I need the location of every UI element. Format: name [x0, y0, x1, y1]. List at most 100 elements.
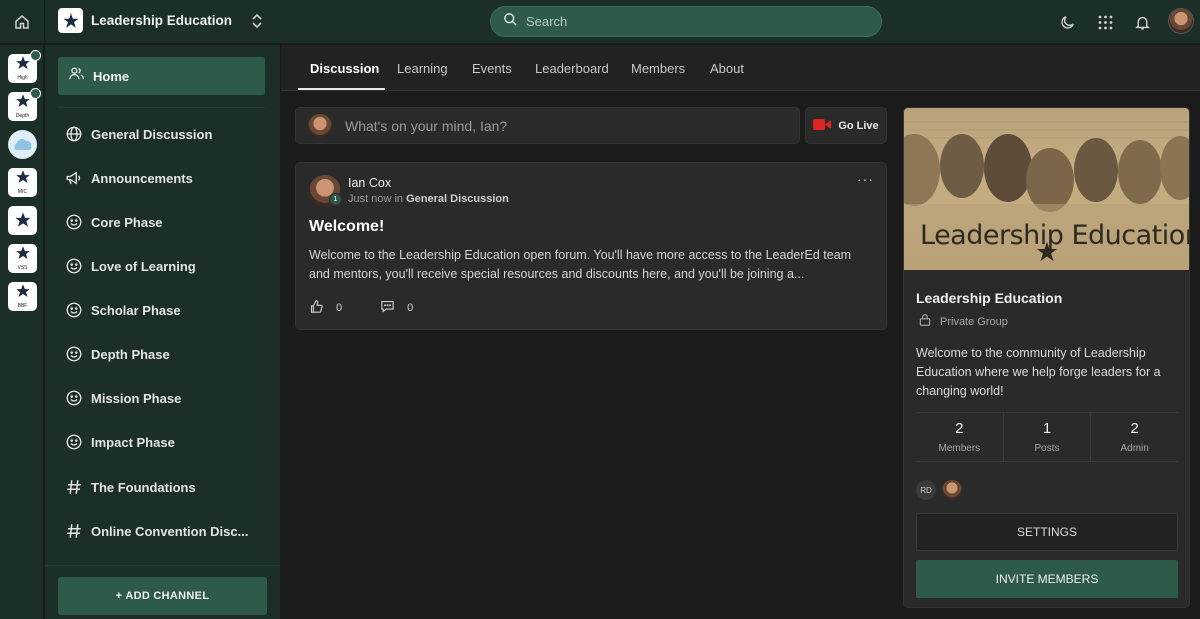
active-tab-indicator [298, 88, 385, 90]
add-channel-button[interactable]: + ADD CHANNEL [58, 577, 267, 615]
post-time: Just now [348, 193, 392, 205]
cloud-logo-icon [13, 138, 31, 150]
like-count: 0 [336, 302, 343, 314]
smile-icon [65, 389, 83, 407]
rail-community-mic[interactable]: MIC [8, 168, 37, 197]
sidebar-item-label: Core Phase [91, 214, 163, 230]
stat-admin[interactable]: 2 Admin [1091, 413, 1178, 461]
rail-badge [30, 50, 41, 61]
megaphone-icon [65, 169, 83, 187]
comment-count: 0 [407, 302, 414, 314]
like-button[interactable]: 0 [309, 299, 342, 317]
sidebar-item-label: The Foundations [91, 479, 196, 495]
sidebar-item-label: Announcements [91, 170, 193, 186]
rail-community-high[interactable]: High [8, 50, 41, 83]
sidebar-item-love-of-learning[interactable]: Love of Learning [65, 254, 265, 278]
stat-members[interactable]: 2 Members [916, 413, 1004, 461]
bell-icon[interactable] [1131, 11, 1153, 33]
sidebar-item-label: Impact Phase [91, 434, 175, 450]
user-avatar[interactable] [1168, 8, 1194, 34]
rail-community-star[interactable] [8, 206, 37, 235]
post-actions: 0 0 [309, 299, 413, 317]
stat-posts[interactable]: 1 Posts [1004, 413, 1092, 461]
stat-label: Members [938, 443, 981, 454]
rail-community-bbf[interactable]: BBF [8, 282, 37, 311]
post-meta: Just now in General Discussion [348, 193, 509, 205]
smile-icon [65, 345, 83, 363]
sidebar-item-label: Depth Phase [91, 346, 170, 362]
community-logo-icon [58, 8, 83, 33]
stat-value: 1 [1042, 420, 1052, 437]
sidebar-item-home[interactable]: Home [58, 57, 265, 95]
tab-events[interactable]: Events [472, 45, 512, 91]
post-composer[interactable]: What's on your mind, Ian? [295, 107, 800, 144]
sidebar-item-depth-phase[interactable]: Depth Phase [65, 342, 265, 366]
smile-icon [65, 433, 83, 451]
tab-bar: Discussion Learning Events Leaderboard M… [281, 45, 1200, 91]
sidebar-item-mission-phase[interactable]: Mission Phase [65, 386, 265, 410]
stat-value: 2 [1130, 420, 1139, 437]
star-logo-icon [15, 170, 30, 183]
sidebar-item-general-discussion[interactable]: General Discussion [65, 122, 265, 146]
apps-grid-icon[interactable] [1094, 11, 1116, 33]
tab-discussion[interactable]: Discussion [310, 45, 379, 91]
search-icon [503, 12, 518, 32]
channel-sidebar: Home General Discussion Announcements Co… [45, 45, 280, 619]
go-live-button[interactable]: Go Live [805, 107, 887, 144]
sidebar-item-impact-phase[interactable]: Impact Phase [65, 430, 265, 454]
sidebar-item-label: Love of Learning [91, 258, 196, 274]
tab-leaderboard[interactable]: Leaderboard [535, 45, 609, 91]
rail-community-vss[interactable]: VSS [8, 244, 37, 273]
sidebar-divider [58, 107, 265, 108]
sidebar-item-announcements[interactable]: Announcements [65, 166, 265, 190]
go-live-label: Go Live [838, 119, 879, 132]
composer-placeholder: What's on your mind, Ian? [345, 117, 508, 134]
hash-icon [65, 478, 83, 496]
tab-members[interactable]: Members [631, 45, 685, 91]
smile-icon [65, 257, 83, 275]
post-author-name[interactable]: Ian Cox [348, 176, 391, 190]
privacy-label: Private Group [940, 315, 1008, 328]
sidebar-item-online-convention[interactable]: Online Convention Disc... [65, 519, 265, 543]
stat-label: Admin [1120, 443, 1149, 454]
sidebar-item-core-phase[interactable]: Core Phase [65, 210, 265, 234]
community-switcher[interactable]: Leadership Education [58, 8, 264, 33]
settings-button[interactable]: SETTINGS [916, 513, 1178, 551]
rail-label: High [17, 75, 28, 81]
member-avatar-initials[interactable]: RD [916, 480, 936, 500]
sidebar-item-label: Scholar Phase [91, 302, 181, 318]
invite-members-button[interactable]: INVITE MEMBERS [916, 560, 1178, 598]
rail-community-depth[interactable]: Depth [8, 88, 41, 121]
sidebar-item-the-foundations[interactable]: The Foundations [65, 475, 265, 499]
search-input[interactable] [526, 14, 856, 29]
rail-badge [30, 88, 41, 99]
moon-icon[interactable] [1056, 11, 1078, 33]
tab-learning[interactable]: Learning [397, 45, 448, 91]
top-bar: Leadership Education [0, 0, 1200, 44]
smile-icon [65, 213, 83, 231]
search-bar[interactable] [490, 6, 882, 37]
member-avatar[interactable] [942, 480, 962, 500]
topbar-divider [44, 0, 45, 44]
star-logo-icon [15, 212, 30, 227]
sidebar-item-label: General Discussion [91, 126, 213, 142]
group-stats: 2 Members 1 Posts 2 Admin [916, 412, 1178, 462]
banner-title: Leadership Education [920, 220, 1190, 251]
group-banner-image: Leadership Education [904, 108, 1190, 270]
smile-icon [65, 301, 83, 319]
post-channel[interactable]: General Discussion [406, 193, 509, 205]
rail-community-cloud[interactable] [8, 130, 37, 159]
community-rail: High Depth MIC VSS BBF [0, 45, 44, 619]
tab-about[interactable]: About [710, 45, 744, 91]
globe-icon [65, 125, 83, 143]
post-title[interactable]: Welcome! [309, 218, 384, 236]
chevron-up-down-icon[interactable] [250, 13, 264, 29]
home-icon[interactable] [8, 8, 36, 36]
composer-avatar [308, 113, 332, 138]
sidebar-item-scholar-phase[interactable]: Scholar Phase [65, 298, 265, 322]
more-options-icon[interactable]: ··· [857, 171, 874, 187]
comment-button[interactable]: 0 [380, 299, 413, 317]
member-avatars: RD [916, 480, 962, 500]
hash-icon [65, 522, 83, 540]
rail-label: BBF [17, 303, 28, 309]
